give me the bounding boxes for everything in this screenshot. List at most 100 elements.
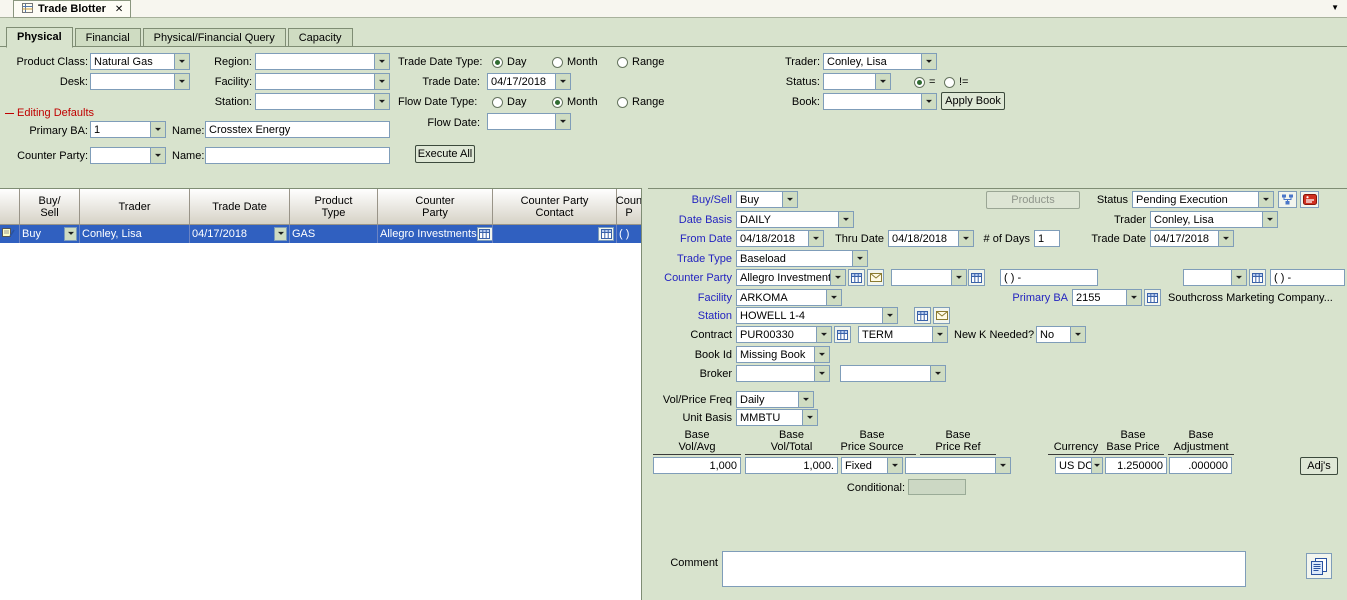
- products-button[interactable]: Products: [986, 191, 1080, 209]
- contact-select[interactable]: [891, 269, 967, 286]
- chevron-down-icon[interactable]: [930, 366, 945, 381]
- trade-date-type-day-radio[interactable]: [492, 57, 503, 68]
- contact2-select[interactable]: [1183, 269, 1247, 286]
- new-k-needed-select[interactable]: No: [1036, 326, 1086, 343]
- book-filter-select[interactable]: [823, 93, 937, 110]
- primary-ba-name-field[interactable]: Crosstex Energy: [205, 121, 390, 138]
- chevron-down-icon[interactable]: [150, 148, 165, 163]
- chevron-down-icon[interactable]: [1262, 212, 1277, 227]
- flow-date-type-day-radio[interactable]: [492, 97, 503, 108]
- product-class-select[interactable]: Natural Gas: [90, 53, 190, 70]
- table-row[interactable]: Buy Conley, Lisa 04/17/2018 GAS Allegro …: [0, 225, 641, 243]
- chevron-down-icon[interactable]: [808, 231, 823, 246]
- tab-physical-financial-query[interactable]: Physical/Financial Query: [143, 28, 286, 47]
- unit-basis-select[interactable]: MMBTU: [736, 409, 818, 426]
- chevron-down-icon[interactable]: [814, 366, 829, 381]
- broker-contact-select[interactable]: [840, 365, 946, 382]
- thru-date-select[interactable]: 04/18/2018: [888, 230, 974, 247]
- column-header-trader[interactable]: Trader: [80, 189, 190, 225]
- cell-counter-party[interactable]: Allegro Investments: [378, 225, 493, 243]
- base-vol-total-field[interactable]: 1,000.: [745, 457, 838, 474]
- chevron-down-icon[interactable]: [932, 327, 947, 342]
- region-select[interactable]: [255, 53, 390, 70]
- column-header-counter-party[interactable]: Counter Party: [378, 189, 493, 225]
- browse-grid-icon-button[interactable]: [848, 269, 865, 286]
- status-select[interactable]: Pending Execution: [1132, 191, 1274, 208]
- contract-term-select[interactable]: TERM: [858, 326, 948, 343]
- price-ref-select[interactable]: [905, 457, 1011, 474]
- execute-all-button[interactable]: Execute All: [415, 145, 475, 163]
- chevron-down-icon[interactable]: [374, 74, 389, 89]
- chevron-down-icon[interactable]: [1091, 458, 1102, 473]
- trade-date-select[interactable]: 04/17/2018: [1150, 230, 1234, 247]
- column-header-counter-party-phone[interactable]: Coun P: [617, 189, 642, 225]
- copy-notes-icon-button[interactable]: [1306, 553, 1332, 579]
- station-select[interactable]: HOWELL 1-4: [736, 307, 898, 324]
- browse-grid-icon[interactable]: [477, 227, 493, 241]
- chevron-down-icon[interactable]: [64, 227, 77, 241]
- browse-grid-icon-button[interactable]: [1144, 289, 1161, 306]
- trade-date-filter-select[interactable]: 04/17/2018: [487, 73, 571, 90]
- chevron-down-icon[interactable]: [826, 290, 841, 305]
- trader-select[interactable]: Conley, Lisa: [1150, 211, 1278, 228]
- chevron-down-icon[interactable]: [1070, 327, 1085, 342]
- status-filter-select[interactable]: [823, 73, 891, 90]
- chevron-down-icon[interactable]: [1258, 192, 1273, 207]
- browse-grid-icon-button[interactable]: [1249, 269, 1266, 286]
- tab-financial[interactable]: Financial: [75, 28, 141, 47]
- chevron-down-icon[interactable]: [838, 212, 853, 227]
- trade-blotter-document-tab[interactable]: Trade Blotter ✕: [13, 0, 131, 18]
- chevron-down-icon[interactable]: [958, 231, 973, 246]
- chevron-down-icon[interactable]: [875, 74, 890, 89]
- cell-buy-sell[interactable]: Buy: [20, 225, 80, 243]
- chevron-down-icon[interactable]: [1218, 231, 1233, 246]
- counter-party-name-field[interactable]: [205, 147, 390, 164]
- currency-select[interactable]: US DO: [1055, 457, 1103, 474]
- comment-textarea[interactable]: [722, 551, 1246, 587]
- email-icon-button[interactable]: [867, 269, 884, 286]
- broker-select[interactable]: [736, 365, 830, 382]
- from-date-select[interactable]: 04/18/2018: [736, 230, 824, 247]
- contact2-phone-field[interactable]: ( ) -: [1270, 269, 1345, 286]
- browse-grid-icon-button[interactable]: [834, 326, 851, 343]
- facility-filter-select[interactable]: [255, 73, 390, 90]
- tab-list-dropdown-icon[interactable]: ▼: [1331, 3, 1339, 12]
- facility-select[interactable]: ARKOMA: [736, 289, 842, 306]
- chevron-down-icon[interactable]: [852, 251, 867, 266]
- desk-select[interactable]: [90, 73, 190, 90]
- chevron-down-icon[interactable]: [1231, 270, 1246, 285]
- status-equals-radio[interactable]: [914, 77, 925, 88]
- status-not-equals-radio[interactable]: [944, 77, 955, 88]
- cell-trade-date[interactable]: 04/17/2018: [190, 225, 290, 243]
- tab-physical[interactable]: Physical: [6, 27, 73, 48]
- email-icon-button[interactable]: [933, 307, 950, 324]
- flow-date-type-range-radio[interactable]: [617, 97, 628, 108]
- cell-counter-party-contact[interactable]: [493, 225, 617, 243]
- primary-ba-filter-select[interactable]: 1: [90, 121, 166, 138]
- row-marker-column-header[interactable]: [0, 189, 20, 225]
- chevron-down-icon[interactable]: [921, 54, 936, 69]
- apply-book-button[interactable]: Apply Book: [941, 92, 1005, 110]
- chevron-down-icon[interactable]: [921, 94, 936, 109]
- chevron-down-icon[interactable]: [798, 392, 813, 407]
- chevron-down-icon[interactable]: [274, 227, 287, 241]
- adjs-button[interactable]: Adj's: [1300, 457, 1338, 475]
- tab-capacity[interactable]: Capacity: [288, 28, 353, 47]
- chevron-down-icon[interactable]: [374, 54, 389, 69]
- flow-date-select[interactable]: [487, 113, 571, 130]
- column-header-product-type[interactable]: Product Type: [290, 189, 378, 225]
- price-source-select[interactable]: Fixed: [841, 457, 903, 474]
- contract-select[interactable]: PUR00330: [736, 326, 832, 343]
- chevron-down-icon[interactable]: [174, 74, 189, 89]
- cell-counter-party-phone[interactable]: ( ): [617, 225, 642, 243]
- chevron-down-icon[interactable]: [782, 192, 797, 207]
- chevron-down-icon[interactable]: [887, 458, 902, 473]
- chevron-down-icon[interactable]: [174, 54, 189, 69]
- trade-date-type-month-radio[interactable]: [552, 57, 563, 68]
- base-adjustment-field[interactable]: .000000: [1169, 457, 1232, 474]
- workflow-icon-button[interactable]: [1278, 191, 1297, 208]
- close-tab-icon[interactable]: ✕: [115, 4, 123, 15]
- column-header-trade-date[interactable]: Trade Date: [190, 189, 290, 225]
- chevron-down-icon[interactable]: [816, 327, 831, 342]
- chevron-down-icon[interactable]: [814, 347, 829, 362]
